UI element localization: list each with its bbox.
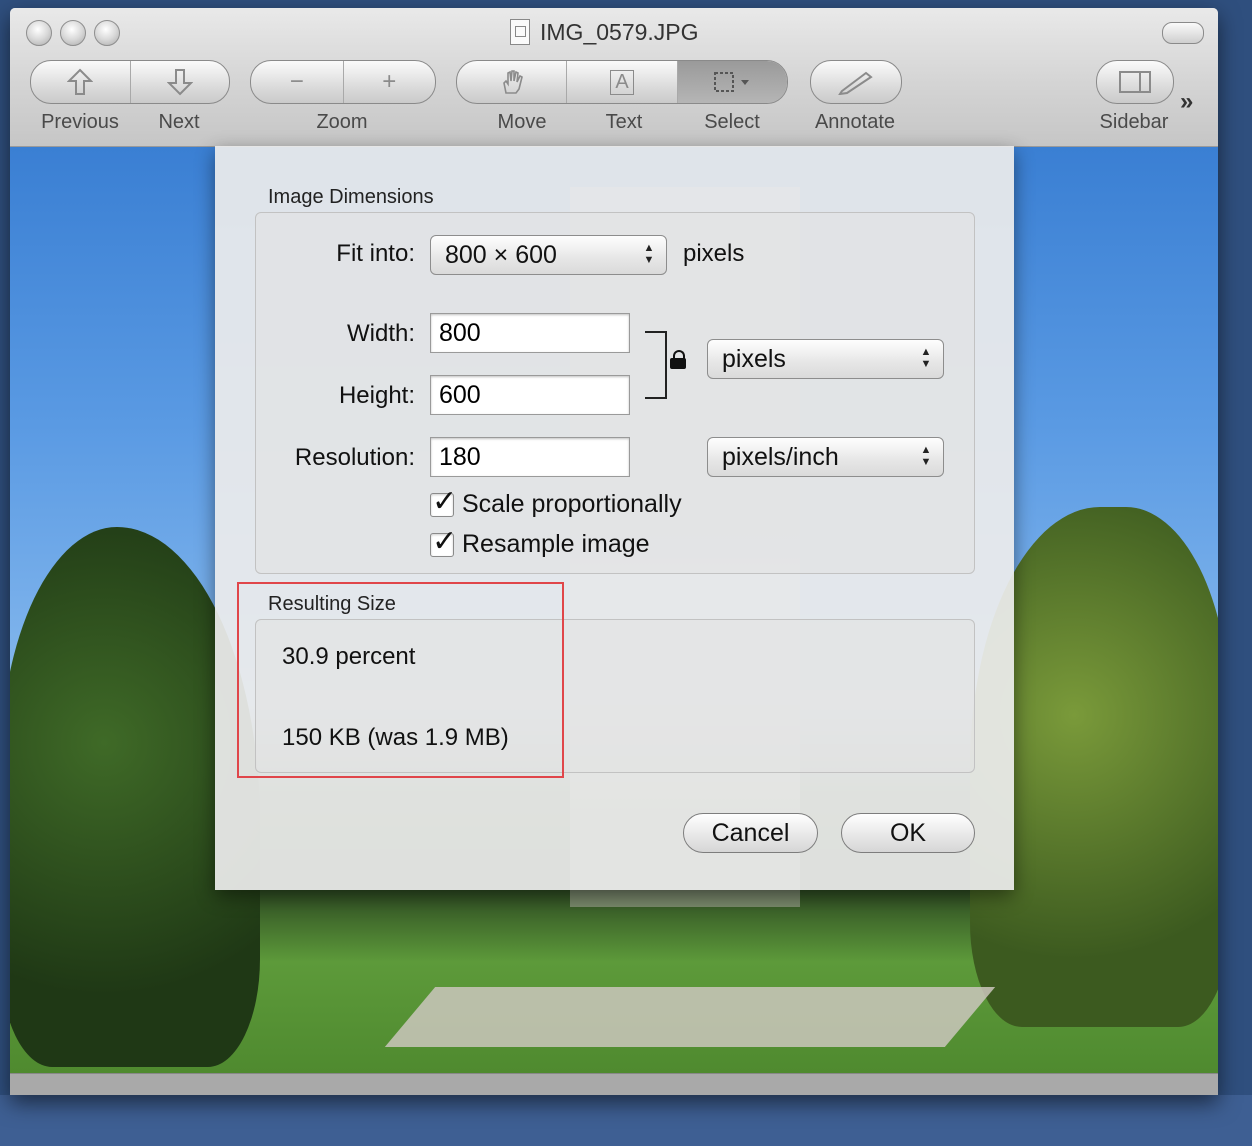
annotate-button-face[interactable] <box>811 61 901 103</box>
size-unit-value: pixels <box>722 344 786 373</box>
image-dimensions-group-label: Image Dimensions <box>268 186 434 208</box>
sidebar-button-face[interactable] <box>1097 61 1173 103</box>
size-unit-popup[interactable]: pixels ▲ ▼ <box>707 339 944 379</box>
resolution-label: Resolution: <box>294 444 415 471</box>
scale-proportionally-checkbox[interactable] <box>430 484 457 519</box>
fit-into-popup[interactable]: 800 × 600 ▲ ▼ <box>430 235 667 275</box>
resolution-unit-value: pixels/inch <box>722 442 839 471</box>
close-window-button[interactable] <box>26 20 52 46</box>
next-label: Next <box>158 111 200 133</box>
window-title-text: IMG_0579.JPG <box>540 18 699 45</box>
ok-button[interactable]: OK <box>841 813 975 853</box>
annotate-button[interactable] <box>810 60 902 104</box>
constraint-bracket <box>645 331 667 399</box>
popup-stepper-icon: ▲ ▼ <box>643 242 655 266</box>
resolution-field[interactable]: 180 <box>430 437 630 477</box>
pencil-icon <box>838 71 873 95</box>
fit-into-label: Fit into: <box>336 240 415 267</box>
select-label: Select <box>704 111 760 133</box>
cancel-button[interactable]: Cancel <box>683 813 818 853</box>
minimize-window-button[interactable] <box>60 20 86 46</box>
desktop-background <box>0 1095 1252 1146</box>
toolbar-toggle-pill-button[interactable] <box>1162 22 1204 44</box>
text-tool-button[interactable]: A <box>567 61 678 103</box>
fit-into-unit: pixels <box>683 240 745 267</box>
hand-icon <box>502 70 523 94</box>
previous-label: Previous <box>41 111 119 133</box>
photo-walkway <box>384 987 996 1047</box>
zoom-in-button[interactable]: + <box>344 61 436 103</box>
jpeg-document-icon <box>510 19 530 45</box>
annotate-label: Annotate <box>814 111 896 133</box>
select-tool-button[interactable] <box>677 61 787 103</box>
zoom-label: Zoom <box>316 111 368 133</box>
resample-image-checkbox-row[interactable]: Resample image <box>430 524 650 559</box>
window-title: IMG_0579.JPG <box>510 18 699 46</box>
rectangular-selection-icon <box>714 72 750 92</box>
resample-image-label: Resample image <box>462 530 650 558</box>
move-tool-button[interactable] <box>457 61 568 103</box>
sidebar-label: Sidebar <box>1099 111 1169 133</box>
zoom-segmented-control: − + <box>250 60 436 104</box>
resample-image-checkbox[interactable] <box>430 524 457 559</box>
minus-icon: − <box>289 68 304 95</box>
adjust-size-sheet: Image Dimensions Fit into: 800 × 600 ▲ ▼ … <box>215 146 1014 890</box>
popup-stepper-icon: ▲ ▼ <box>920 444 932 468</box>
sidebar-icon <box>1119 71 1151 93</box>
lock-icon[interactable] <box>670 350 686 369</box>
popup-stepper-icon: ▲ ▼ <box>920 346 932 370</box>
window-bottom-bar <box>10 1073 1218 1095</box>
height-field[interactable]: 600 <box>430 375 630 415</box>
toolbar-overflow-icon[interactable]: » <box>1180 88 1193 116</box>
tool-mode-segmented-control: A <box>456 60 788 104</box>
resolution-unit-popup[interactable]: pixels/inch ▲ ▼ <box>707 437 944 477</box>
resulting-size-highlight-box <box>237 582 564 778</box>
zoom-out-button[interactable]: − <box>251 61 344 103</box>
next-button[interactable] <box>131 61 230 103</box>
zoom-window-button[interactable] <box>94 20 120 46</box>
width-label: Width: <box>346 320 415 347</box>
previous-button[interactable] <box>31 61 131 103</box>
text-label: Text <box>605 111 643 133</box>
unified-titlebar-toolbar: IMG_0579.JPG Previous Next − + Zoom A Mo… <box>10 8 1218 147</box>
fit-into-value: 800 × 600 <box>445 240 557 269</box>
scale-proportionally-checkbox-row[interactable]: Scale proportionally <box>430 484 682 519</box>
move-label: Move <box>497 111 547 133</box>
width-field[interactable]: 800 <box>430 313 630 353</box>
text-tool-icon: A <box>610 69 634 95</box>
up-arrow-icon <box>67 68 94 95</box>
plus-icon: + <box>382 68 397 95</box>
scale-proportionally-label: Scale proportionally <box>462 490 682 518</box>
sidebar-button[interactable] <box>1096 60 1174 104</box>
previous-next-segmented-control <box>30 60 230 104</box>
down-arrow-icon <box>166 69 193 96</box>
height-label: Height: <box>338 382 415 409</box>
